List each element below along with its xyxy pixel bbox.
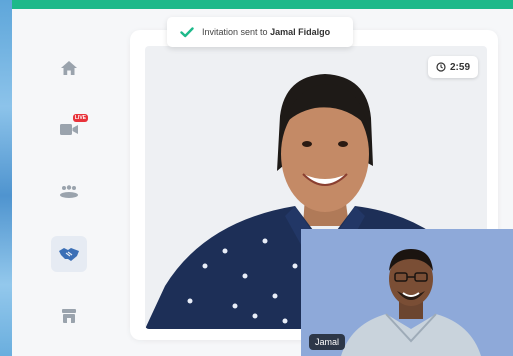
pip-participant-label: Jamal <box>309 334 346 350</box>
invitation-toast: Invitation sent to Jamal Fidalgo <box>167 17 353 47</box>
sidebar: LIVE <box>44 46 94 346</box>
video-camera-icon <box>60 124 78 135</box>
toast-name: Jamal Fidalgo <box>270 27 331 37</box>
toast-text: Invitation sent to <box>202 27 268 37</box>
call-timer: 2:59 <box>428 56 478 78</box>
check-icon <box>180 26 194 37</box>
sidebar-item-handshake[interactable] <box>51 236 87 272</box>
sidebar-item-home[interactable] <box>51 50 87 86</box>
sidebar-item-store[interactable] <box>51 298 87 334</box>
timer-value: 2:59 <box>449 61 470 73</box>
pip-video[interactable]: Jamal <box>301 229 513 356</box>
live-badge: LIVE <box>72 114 88 122</box>
top-accent-bar <box>12 0 513 9</box>
handshake-icon <box>59 248 79 261</box>
sidebar-item-group[interactable] <box>51 173 87 209</box>
group-icon <box>60 185 78 198</box>
sidebar-item-live[interactable]: LIVE <box>51 111 88 147</box>
home-icon <box>61 61 77 75</box>
store-icon <box>62 309 76 323</box>
clock-icon <box>436 62 446 72</box>
background-strip <box>0 0 12 356</box>
